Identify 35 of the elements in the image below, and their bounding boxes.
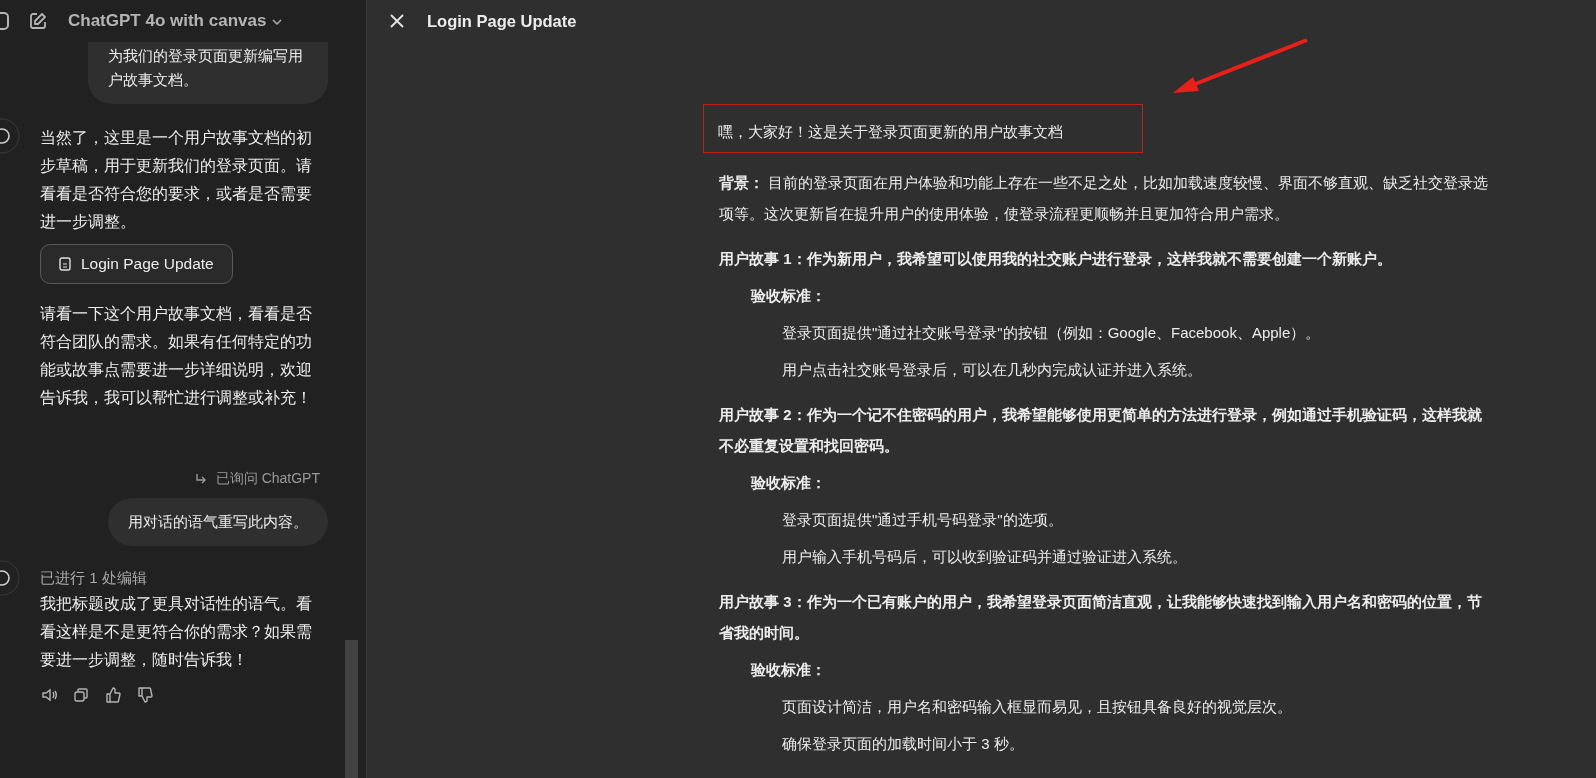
assistant-message: 请看一下这个用户故事文档，看看是否符合团队的需求。如果有任何特定的功能或故事点需要进一步详细说明，欢迎告诉我，我可以帮忙进行调整或补充！ [40,304,313,408]
canvas-title: Login Page Update [427,11,577,31]
edit-icon[interactable] [28,11,48,31]
copy-icon[interactable] [72,686,90,704]
criteria-heading: 验收标准： [749,660,827,680]
criteria-item: 登录页面提供"通过手机号码登录"的选项。 [781,510,1064,530]
asked-label: 已询问 ChatGPT [215,470,320,488]
model-selector[interactable]: ChatGPT 4o with canvas [68,11,284,31]
criteria-item: 用户点击社交账号登录后，可以在几秒内完成认证并进入系统。 [781,360,1203,380]
criteria-item: 页面设计简洁，用户名和密码输入框显而易见，且按钮具备良好的视觉层次。 [781,697,1293,717]
user-message: 用对话的语气重写此内容。 [108,498,328,546]
document-button[interactable]: Login Page Update [40,244,233,284]
criteria-item: 登录页面提供"通过社交账号登录"的按钮（例如：Google、Facebook、Apple）。 [781,323,1322,343]
reply-arrow-icon [193,472,208,486]
user-story-heading: 用户故事 3：作为一个已有账户的用户，我希望登录页面简洁直观，让我能够快速找到输入用户名和密码的位置，节省我的时间。 [719,592,1483,643]
assistant-message: 我把标题改成了更具对话性的语气。看看这样是不是更符合你的需求？如果需要进一步调整，随时告诉我！ [40,594,313,670]
thumbs-up-icon[interactable] [104,686,122,704]
edit-status: 已进行 1 处编辑 [40,568,148,588]
criteria-item: 确保登录页面的加载时间小于 3 秒。 [781,734,1025,754]
sidebar-icon[interactable] [0,11,10,31]
chevron-down-icon [271,18,284,26]
criteria-heading: 验收标准： [749,286,827,306]
assistant-message: 当然了，这里是一个用户故事文档的初步草稿，用于更新我们的登录页面。请看看是否符合您的要求，或者是否需要进一步调整。 [40,128,313,232]
user-story-heading: 用户故事 1：作为新用户，我希望可以使用我的社交账户进行登录，这样我就不需要创建一个新账户。 [719,249,1393,269]
criteria-heading: 验收标准： [749,473,827,493]
speaker-icon[interactable] [40,686,58,704]
user-message: 为我们的登录页面更新编写用户故事文档。 [88,42,328,104]
document-icon [59,257,71,271]
user-story-heading: 用户故事 2：作为一个记不住密码的用户，我希望能够使用更简单的方法进行登录，例如通过手机验证码，这样我就不必重复设置和找回密码。 [719,405,1483,456]
document-paragraph: 背景： 目前的登录页面在用户体验和功能上存在一些不足之处，比如加载速度较慢、界面不够直观、缺乏社交登录选项等。这次更新旨在提升用户的使用体验，使登录流程更顺畅并且更加符合用户需求。 [719,173,1489,224]
thumbs-down-icon[interactable] [136,686,154,704]
scrollbar[interactable] [345,640,358,778]
close-icon[interactable] [389,13,405,29]
criteria-item: 用户输入手机号码后，可以收到验证码并通过验证进入系统。 [781,547,1188,567]
document-heading: 嘿，大家好！这是关于登录页面更新的用户故事文档 [718,123,1063,140]
